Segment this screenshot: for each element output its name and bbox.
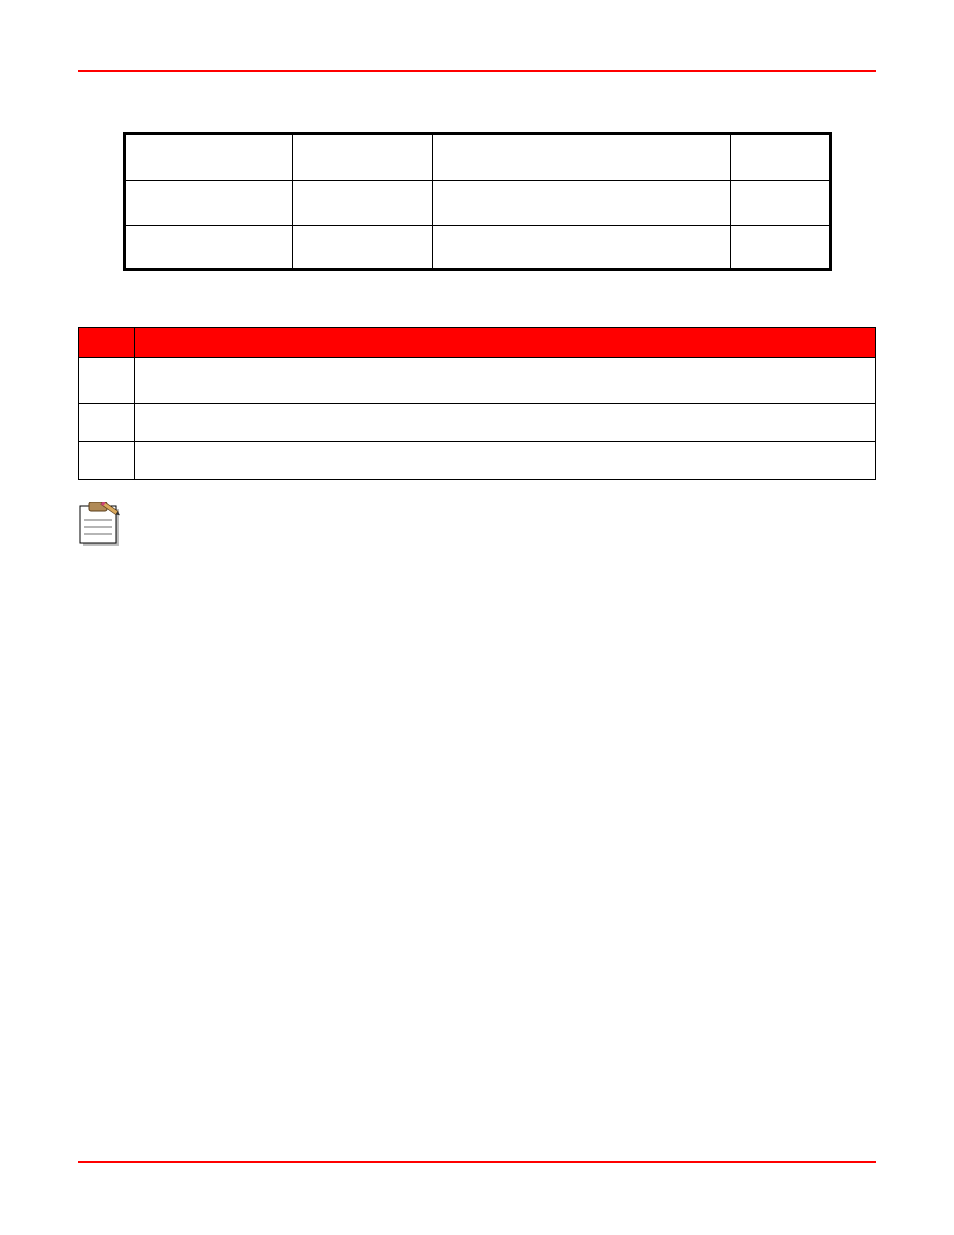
table-cell <box>124 226 292 270</box>
table-cell <box>292 226 432 270</box>
table-cell <box>730 181 830 226</box>
table-cell <box>124 181 292 226</box>
table-header-row <box>79 328 876 358</box>
table-row <box>124 134 830 181</box>
bottom-rule <box>78 1161 876 1163</box>
table-cell <box>432 181 730 226</box>
table-cell <box>135 358 876 404</box>
table-1 <box>123 132 832 271</box>
table-cell <box>135 404 876 442</box>
table-2 <box>78 327 876 480</box>
table-cell <box>79 404 135 442</box>
table-row <box>124 181 830 226</box>
table-cell <box>79 442 135 480</box>
table-row <box>79 358 876 404</box>
top-rule <box>78 70 876 72</box>
table-cell <box>292 134 432 181</box>
table-header-cell <box>79 328 135 358</box>
page <box>0 0 954 1235</box>
table-row <box>79 404 876 442</box>
table-row <box>124 226 830 270</box>
table-cell <box>79 358 135 404</box>
table-cell <box>730 226 830 270</box>
table-header-cell <box>135 328 876 358</box>
table-row <box>79 442 876 480</box>
table-cell <box>124 134 292 181</box>
table-cell <box>432 226 730 270</box>
table-cell <box>135 442 876 480</box>
table-cell <box>730 134 830 181</box>
table-cell <box>292 181 432 226</box>
table-cell <box>432 134 730 181</box>
clipboard-note-icon <box>78 502 122 548</box>
